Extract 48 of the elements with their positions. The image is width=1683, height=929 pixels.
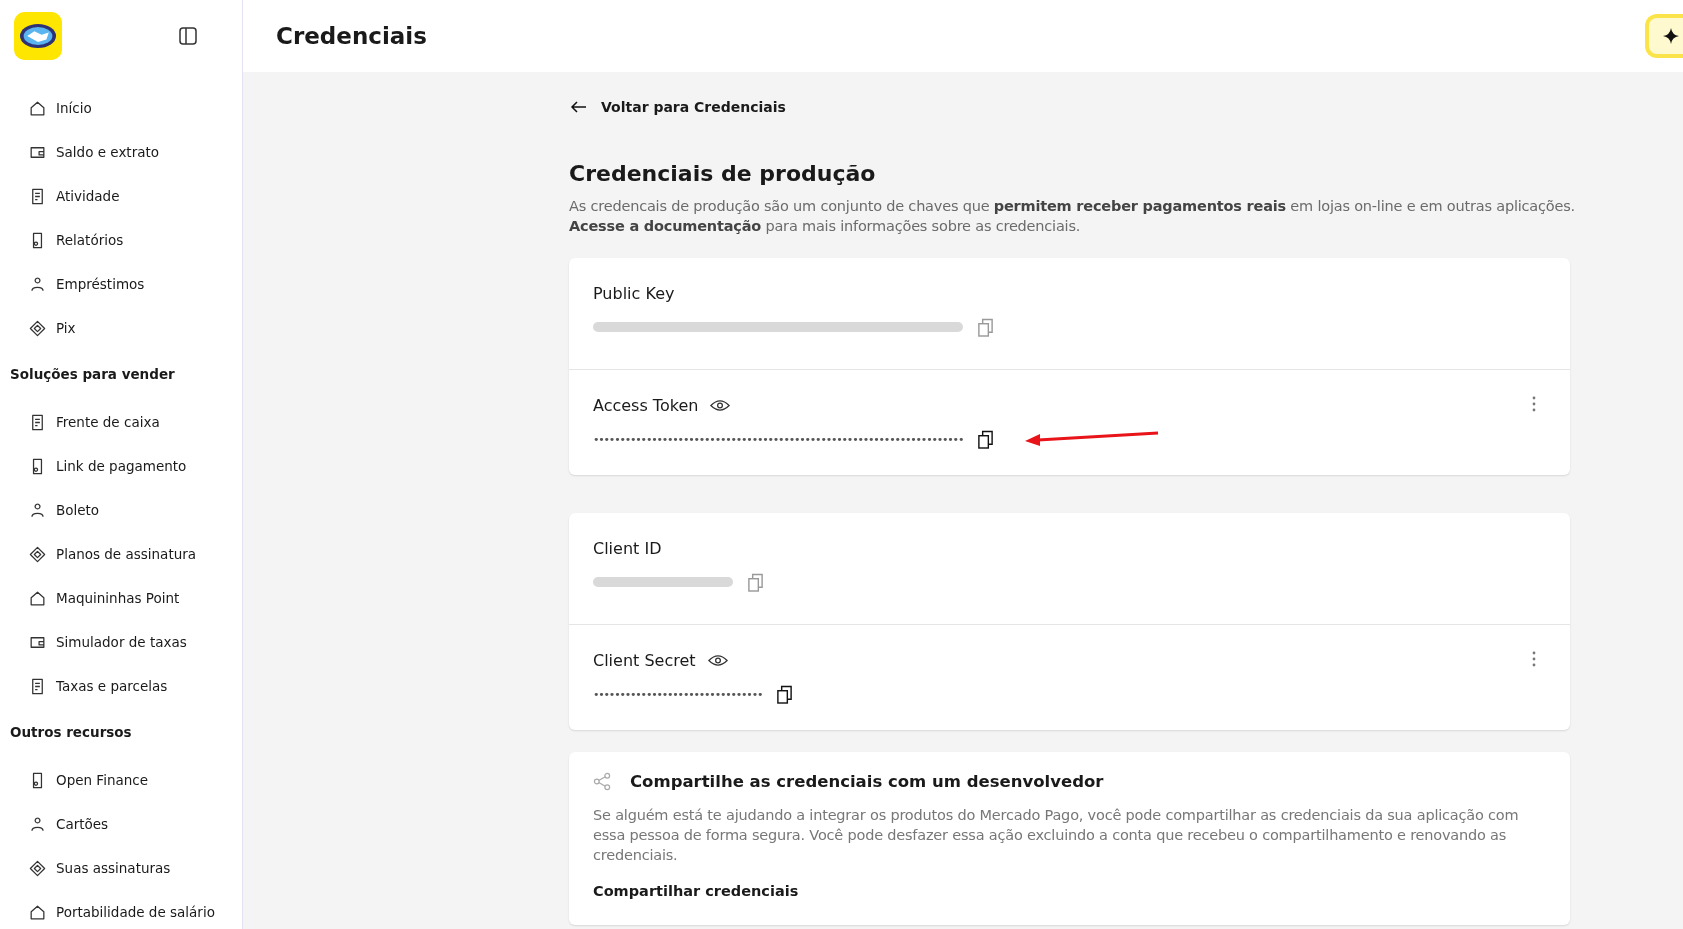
sidebar-item[interactable]: Pix	[28, 306, 232, 350]
house-icon	[28, 98, 47, 118]
sidebar-item[interactable]: Suas assinaturas	[28, 846, 232, 890]
diamond-icon	[28, 544, 47, 564]
credential-label: Access Token	[593, 396, 699, 415]
sidebar-item[interactable]: Portabilidade de salário	[28, 890, 232, 929]
assistant-button[interactable]	[1645, 14, 1683, 58]
credential-label: Client ID	[593, 539, 662, 558]
share-link[interactable]: Compartilhar credenciais	[593, 883, 799, 899]
diamond-icon	[28, 318, 47, 338]
sidebar-item[interactable]: Empréstimos	[28, 262, 232, 306]
more-options-icon[interactable]	[1532, 396, 1536, 412]
copy-icon[interactable]	[776, 684, 794, 704]
sidebar-item[interactable]: Simulador de taxas	[28, 620, 232, 664]
eye-icon[interactable]	[707, 654, 728, 667]
sidebar-item[interactable]: Maquininhas Point	[28, 576, 232, 620]
sidebar-section-title: Outros recursos	[10, 723, 133, 742]
back-link[interactable]: Voltar para Credenciais	[569, 97, 786, 117]
house-icon	[28, 902, 47, 922]
eye-icon[interactable]	[710, 399, 731, 412]
sidebar-item[interactable]: Link de pagamento	[28, 444, 232, 488]
copy-icon[interactable]	[977, 429, 995, 449]
page-title: Credenciais	[276, 23, 427, 49]
sidebar-item[interactable]: Open Finance	[28, 758, 232, 802]
masked-value: ••••••••••••••••••••••••••••••••••••••••••••••••••••••••••••••••••••••	[593, 432, 964, 446]
sidebar-item[interactable]: Boleto	[28, 488, 232, 532]
section-heading: Credenciais de produção	[569, 161, 877, 186]
description-text: Acesse a documentação para mais informações sobre as credenciais.	[569, 217, 1082, 236]
sidebar-toggle-icon[interactable]	[178, 26, 198, 46]
sidebar-item[interactable]: Atividade	[28, 174, 232, 218]
logo-icon[interactable]	[14, 12, 62, 60]
sidebar-item[interactable]: Cartões	[28, 802, 232, 846]
credential-label: Client Secret	[593, 651, 696, 670]
share-icon	[593, 772, 612, 791]
house-icon	[28, 588, 47, 608]
sidebar-item[interactable]: Início	[28, 86, 232, 130]
sidebar-item[interactable]: Taxas e parcelas	[28, 664, 232, 708]
more-options-icon[interactable]	[1532, 651, 1536, 667]
sidebar-item[interactable]: Frente de caixa	[28, 400, 232, 444]
sidebar-item[interactable]: Saldo e extrato	[28, 130, 232, 174]
share-title: Compartilhe as credenciais com um desenvolvedor	[630, 772, 1104, 791]
sidebar-item[interactable]: Relatórios	[28, 218, 232, 262]
sidebar-item[interactable]: Planos de assinatura	[28, 532, 232, 576]
sidebar-section-title: Soluções para vender	[10, 365, 176, 384]
diamond-icon	[28, 858, 47, 878]
credential-label: Public Key	[593, 284, 675, 303]
masked-value: ••••••••••••••••••••••••••••••••	[593, 687, 763, 701]
share-description: Se alguém está te ajudando a integrar os produtos do Mercado Pago, você pode compartilhar as credenciais da sua aplicação com essa pessoa de forma segura. Você pode desfazer essa ação excluindo a conta que recebeu o compartilhamento e renovando as credenciais.	[593, 806, 1520, 865]
